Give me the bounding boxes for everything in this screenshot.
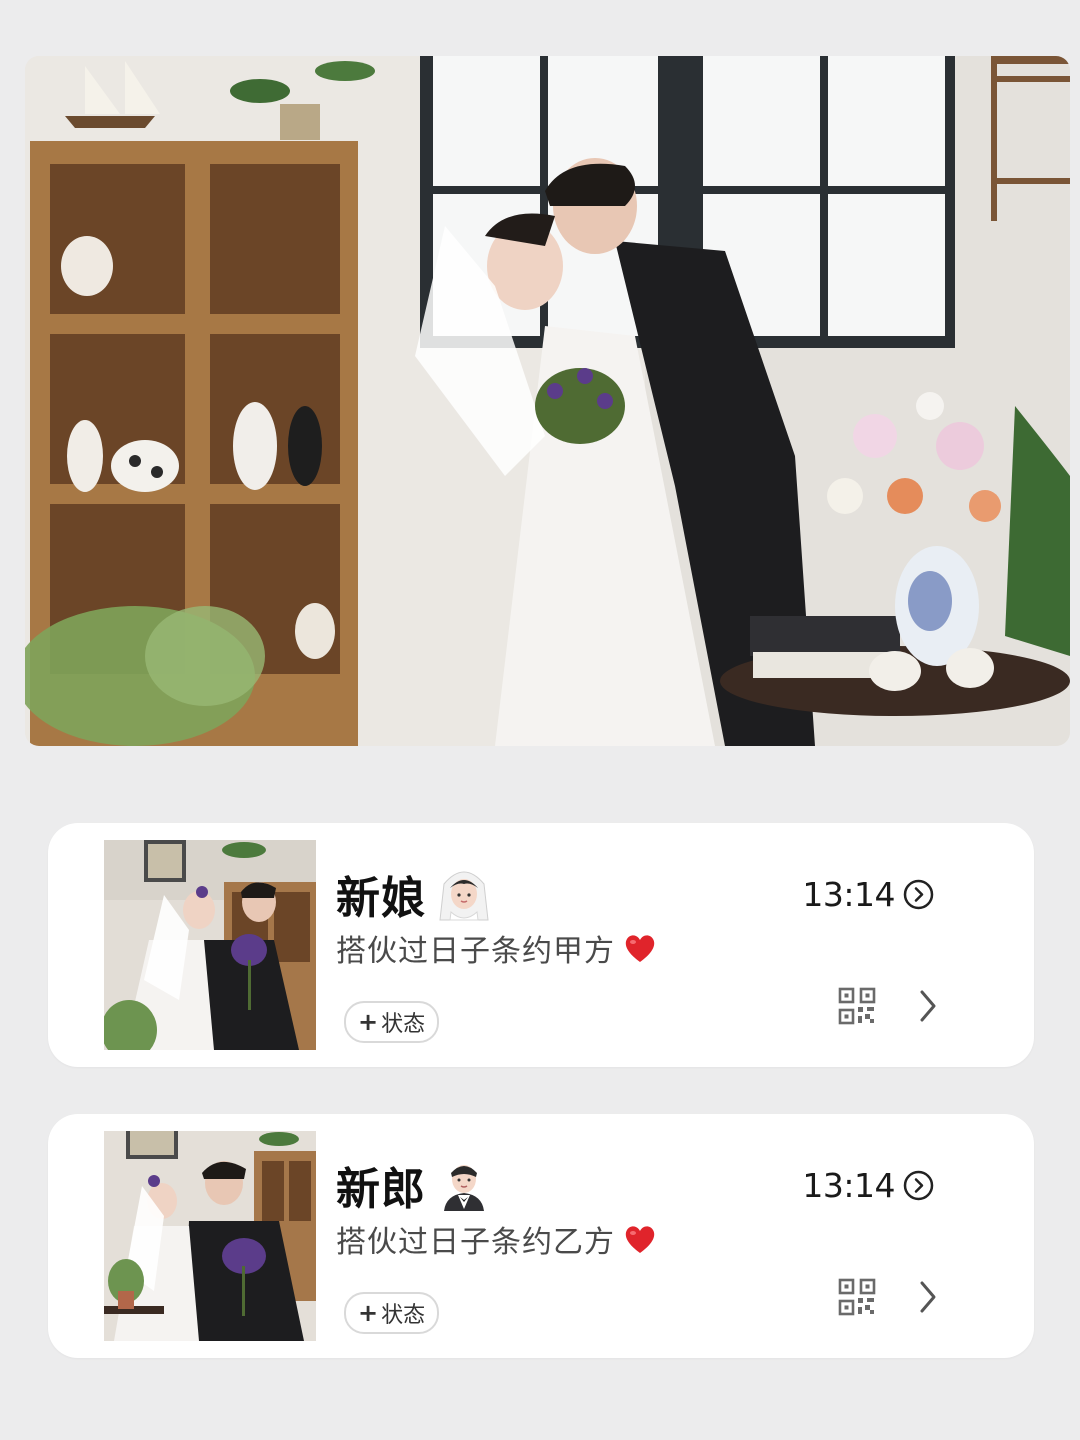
groom-profile-card[interactable]: 新郎 搭伙过日子条约乙方 13:14 + 状态	[48, 1114, 1034, 1358]
plus-icon: +	[358, 1299, 379, 1327]
add-status-button[interactable]: + 状态	[344, 1001, 440, 1043]
clock-icon	[903, 879, 934, 909]
bride-time: 13:14	[802, 874, 895, 914]
add-status-button[interactable]: + 状态	[344, 1292, 440, 1334]
clock-icon	[903, 1170, 934, 1200]
red-heart-icon	[625, 1226, 655, 1253]
groom-signature: 搭伙过日子条约乙方	[336, 1225, 615, 1260]
chevron-right-icon[interactable]	[918, 1279, 938, 1315]
bride-time-row[interactable]: 13:14	[802, 869, 934, 919]
bride-profile-avatar[interactable]	[104, 840, 316, 1050]
status-button-label: 状态	[381, 1012, 426, 1037]
hero-wedding-photo	[25, 56, 1070, 746]
plus-icon: +	[358, 1008, 379, 1036]
qr-code-icon[interactable]	[838, 1278, 876, 1316]
groom-profile-avatar[interactable]	[104, 1131, 316, 1341]
status-button-label: 状态	[381, 1303, 426, 1328]
qr-code-icon[interactable]	[838, 987, 876, 1025]
red-heart-icon	[625, 935, 655, 962]
groom-time-row[interactable]: 13:14	[802, 1160, 934, 1210]
bride-profile-card[interactable]: 新娘 搭伙过日子条约甲方 13:14 + 状态	[48, 823, 1034, 1067]
man-in-tuxedo-emoji-icon	[444, 1165, 484, 1211]
groom-name: 新郎	[336, 1164, 426, 1215]
groom-time: 13:14	[802, 1165, 895, 1205]
bride-name: 新娘	[336, 873, 426, 924]
bride-with-veil-emoji-icon	[439, 871, 489, 921]
chevron-right-icon[interactable]	[918, 988, 938, 1024]
bride-signature: 搭伙过日子条约甲方	[336, 934, 615, 969]
